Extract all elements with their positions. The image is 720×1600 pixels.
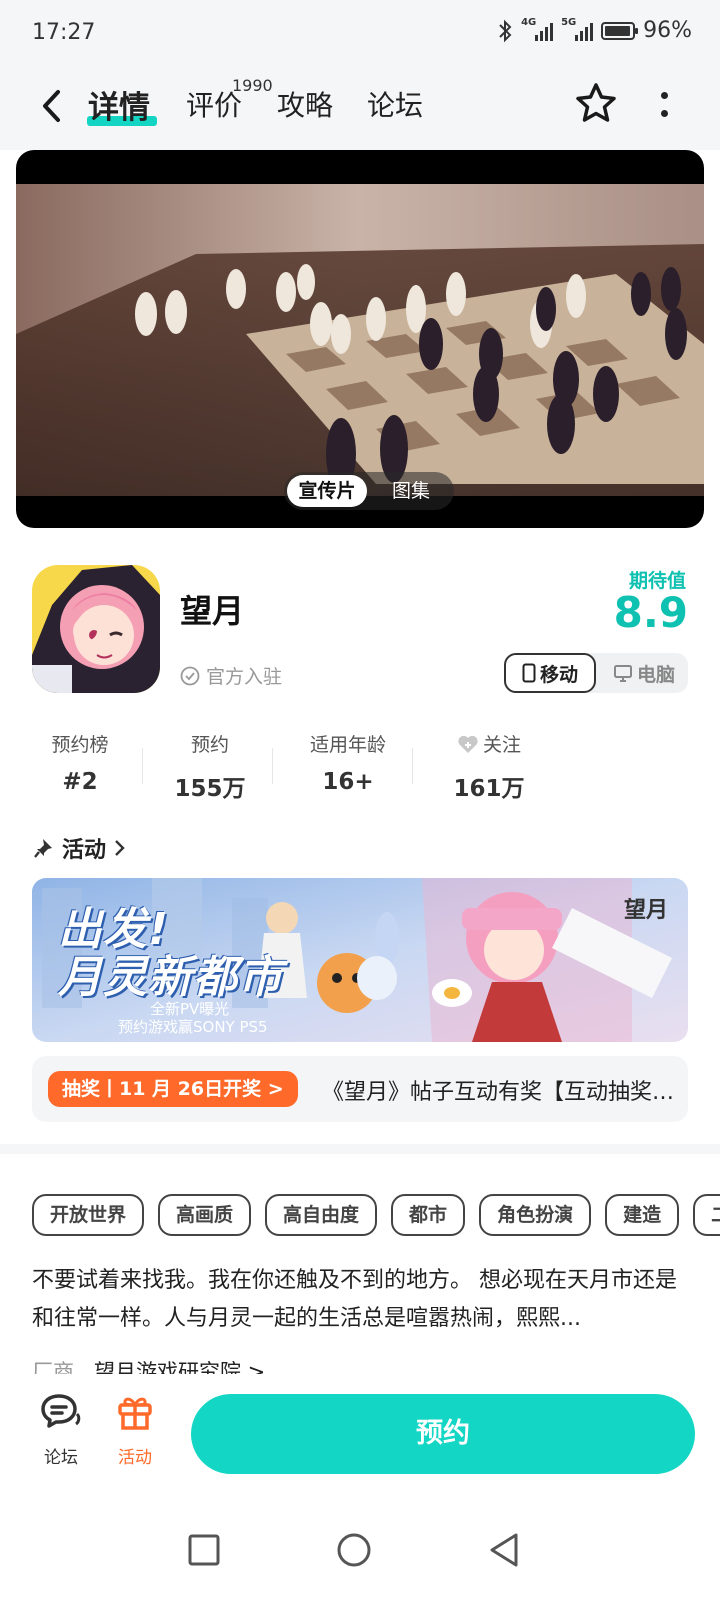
heart-plus-icon (458, 735, 478, 753)
stat-value: #2 (62, 769, 98, 795)
lottery-tag: 抽奖丨11 月 26日开奖 > (48, 1071, 298, 1107)
stat-value: 155万 (174, 776, 246, 802)
status-icons: 4G 5G 96% (497, 17, 692, 43)
pin-icon (34, 839, 52, 858)
banner-logo: 望月 (623, 898, 668, 923)
stat-rank[interactable]: 预约榜 #2 (34, 730, 126, 795)
top-nav: 详情 评价 1990 攻略 论坛 (0, 70, 720, 150)
banner-subtitle: 预约游戏赢SONY PS5 (118, 1018, 268, 1036)
developer-name: 望月游戏研究院 > (94, 1360, 266, 1374)
divider (412, 748, 413, 784)
lottery-post[interactable]: 抽奖丨11 月 26日开奖 > 《望月》帖子互动有奖【互动抽奖】新角色PV... (32, 1056, 688, 1122)
activity-label: 活动 (118, 1448, 152, 1468)
stat-follow[interactable]: 关注 161万 (436, 730, 542, 803)
battery-icon (601, 21, 639, 40)
chat-bubble-icon (41, 1394, 81, 1428)
reviews-count-badge: 1990 (232, 76, 273, 95)
trailer-tab[interactable]: 宣传片 (287, 475, 367, 507)
developer-row[interactable]: 厂商 望月游戏研究院 > (32, 1356, 265, 1374)
stat-label: 预约榜 (51, 734, 109, 756)
gift-icon (118, 1397, 152, 1430)
check-circle-icon (180, 666, 200, 685)
developer-label: 厂商 (32, 1360, 74, 1374)
activity-title: 活动 (62, 838, 107, 863)
bottom-action-bar: 论坛 活动 预约 (0, 1374, 720, 1484)
banner-headline: 出发! 月灵新都市 (58, 904, 283, 1003)
tag[interactable]: 开放世界 (32, 1194, 145, 1236)
activity-banner[interactable]: 出发! 月灵新都市 全新PV曝光 预约游戏赢SONY PS5 望月 (32, 878, 688, 1042)
signal-icon: 4G (521, 17, 554, 41)
lottery-post-title: 《望月》帖子互动有奖【互动抽奖】新角色PV... (322, 1080, 682, 1105)
back-icon (43, 90, 60, 122)
tag[interactable]: 建造 (605, 1194, 680, 1236)
divider (142, 748, 143, 784)
more-icon (660, 91, 668, 99)
stat-label: 关注 (436, 730, 542, 757)
bluetooth-icon (499, 19, 512, 42)
activity-button[interactable]: 活动 (105, 1392, 165, 1468)
stat-value: 161万 (453, 776, 525, 802)
genre-tags: 开放世界 高画质 高自由度 都市 角色扮演 建造 二次元 (32, 1194, 720, 1240)
system-navigation-bar (0, 1500, 720, 1600)
activity-section-header[interactable]: 活动 (34, 832, 126, 864)
trailer-video[interactable]: 宣传片 图集 (16, 150, 704, 528)
battery-percent: 96% (643, 18, 692, 43)
tab-guides[interactable]: 攻略 (277, 84, 333, 124)
stat-label: 预约 (190, 734, 229, 756)
tag[interactable]: 高画质 (158, 1194, 252, 1236)
back-button[interactable] (30, 84, 74, 128)
back-nav-icon[interactable] (484, 1530, 524, 1570)
platform-pc-button[interactable]: 电脑 (600, 653, 688, 693)
reserve-button[interactable]: 预约 (191, 1394, 695, 1474)
official-badge: 官方入驻 (180, 662, 282, 689)
monitor-icon (613, 665, 632, 682)
favorite-button[interactable] (572, 80, 620, 128)
platform-pc-label: 电脑 (636, 663, 675, 686)
status-bar: 17:27 4G 5G 96% (0, 0, 720, 70)
tab-forum[interactable]: 论坛 (367, 84, 423, 124)
divider (272, 748, 273, 784)
expectation-score: 8.9 (613, 588, 688, 637)
star-icon (576, 83, 616, 122)
phone-icon (522, 663, 536, 683)
status-time: 17:27 (32, 20, 96, 45)
chevron-right-icon (115, 840, 125, 856)
stat-age-rating[interactable]: 适用年龄 16+ (290, 730, 406, 795)
tag[interactable]: 角色扮演 (479, 1194, 592, 1236)
game-app-icon (32, 565, 160, 693)
game-description[interactable]: 不要试着来找我。我在你还触及不到的地方。 想必现在天月市还是和往常一样。人与月灵… (32, 1262, 692, 1338)
gallery-tab[interactable]: 图集 (376, 475, 446, 507)
section-divider (0, 1144, 720, 1154)
tag[interactable]: 二次元 (693, 1194, 720, 1236)
tab-details[interactable]: 详情 (88, 82, 150, 127)
game-title: 望月 (180, 592, 245, 630)
official-label: 官方入驻 (206, 666, 283, 688)
recents-icon[interactable] (184, 1530, 224, 1570)
media-toggle: 宣传片 图集 (284, 472, 454, 510)
platform-toggle: 移动 电脑 (504, 653, 688, 693)
more-button[interactable] (652, 86, 676, 122)
platform-mobile-label: 移动 (539, 663, 578, 686)
stat-value: 16+ (322, 769, 374, 795)
tag[interactable]: 高自由度 (265, 1194, 378, 1236)
forum-button[interactable]: 论坛 (31, 1392, 91, 1468)
stat-label: 适用年龄 (309, 734, 386, 756)
stat-reservations: 预约 155万 (162, 730, 258, 803)
forum-label: 论坛 (44, 1448, 78, 1468)
signal-icon: 5G (561, 17, 594, 41)
platform-mobile-button[interactable]: 移动 (504, 653, 596, 693)
tag[interactable]: 都市 (391, 1194, 466, 1236)
home-icon[interactable] (334, 1530, 374, 1570)
trailer-frame (16, 184, 704, 496)
